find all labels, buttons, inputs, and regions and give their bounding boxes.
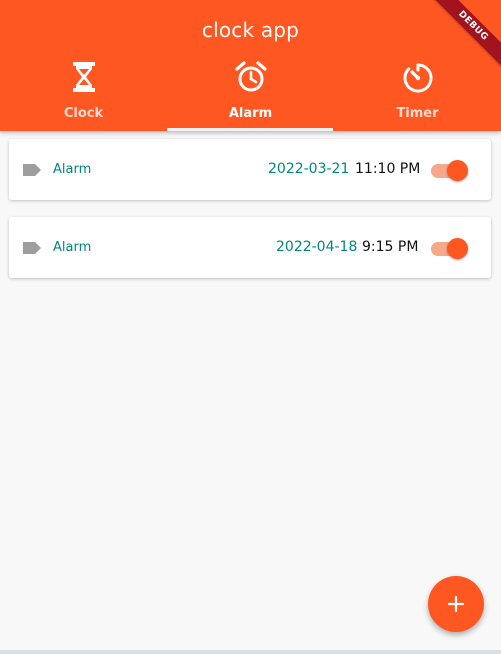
tab-label-alarm: Alarm [228, 106, 273, 121]
hourglass-icon [72, 62, 95, 92]
alarm-time: 9:15 PM [362, 239, 419, 255]
alarm-label: Alarm [53, 162, 92, 177]
plus-icon [447, 595, 465, 613]
tab-label-clock: Clock [63, 106, 104, 121]
bottom-edge [0, 650, 501, 654]
alarm-card[interactable]: Alarm 2022-03-21 11:10 PM [9, 139, 491, 200]
alarm-list: Alarm 2022-03-21 11:10 PM Alarm 2022-04-… [9, 139, 491, 295]
label-tag-icon [23, 242, 41, 254]
app-bar: clock app Clock Alarm Timer DEBUG [0, 0, 501, 131]
timer-icon [403, 63, 432, 93]
selected-tab-indicator [167, 128, 333, 131]
alarm-enabled-switch[interactable] [431, 160, 469, 181]
tab-timer[interactable]: Timer [334, 58, 501, 131]
app-title: clock app [201, 18, 300, 42]
tab-alarm[interactable]: Alarm [167, 58, 334, 131]
alarm-label: Alarm [53, 240, 92, 255]
tab-clock[interactable]: Clock [0, 58, 167, 131]
alarm-date: 2022-04-18 [276, 239, 358, 255]
switch-thumb [447, 238, 468, 259]
switch-thumb [447, 160, 468, 181]
add-alarm-button[interactable] [428, 576, 484, 632]
alarm-time: 11:10 PM [355, 161, 421, 177]
app-window: clock app Clock Alarm Timer DEBUG Alarm … [0, 0, 501, 650]
tab-label-timer: Timer [396, 106, 439, 121]
label-tag-icon [23, 164, 41, 176]
alarm-clock-icon [234, 61, 267, 92]
tab-bar: Clock Alarm Timer [0, 58, 501, 131]
alarm-enabled-switch[interactable] [431, 238, 469, 259]
alarm-card[interactable]: Alarm 2022-04-18 9:15 PM [9, 217, 491, 278]
alarm-date: 2022-03-21 [268, 161, 350, 177]
